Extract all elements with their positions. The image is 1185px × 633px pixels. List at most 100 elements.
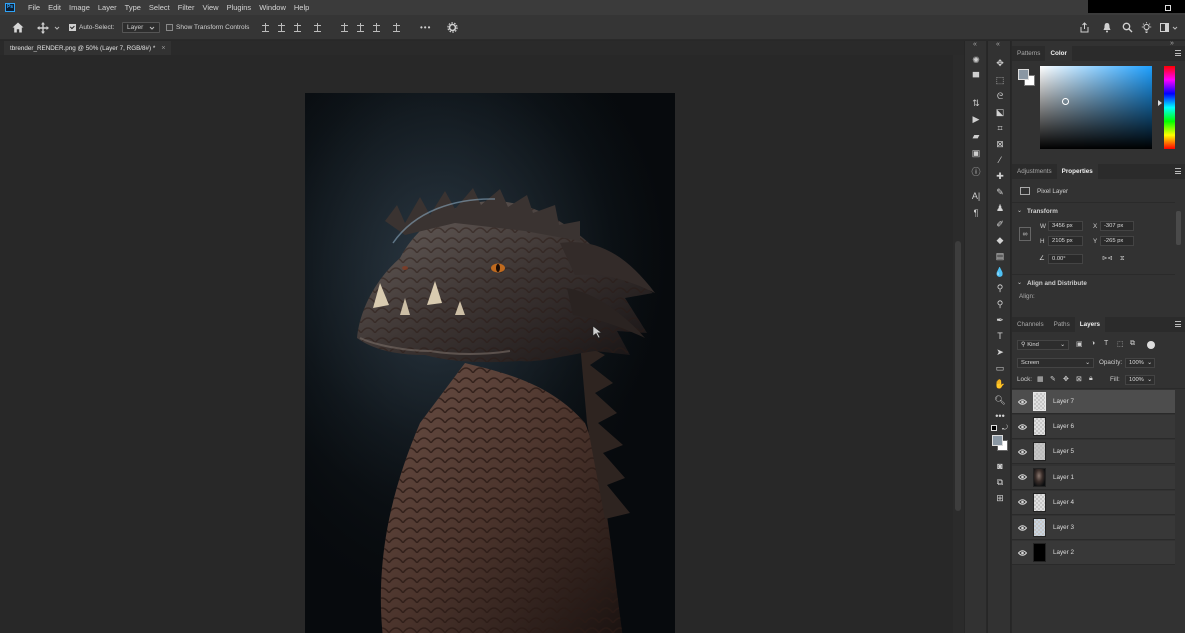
menu-image[interactable]: Image [65,3,94,12]
actions-play-icon[interactable]: ▶ [970,113,982,125]
info-icon[interactable]: ⓘ [970,165,982,177]
eye-visibility-icon[interactable] [1012,449,1032,455]
flip-horizontal-icon[interactable]: ⊳⊲ [1102,255,1113,262]
character-icon[interactable]: A| [970,190,982,202]
panel-menu-icon[interactable] [1175,50,1181,56]
restore-window-button[interactable] [1165,5,1171,11]
menu-filter[interactable]: Filter [174,3,199,12]
discover-lightbulb-icon[interactable] [1141,21,1152,34]
zoom-tool-icon[interactable]: 🔍︎ [993,393,1007,407]
menu-plugins[interactable]: Plugins [223,3,256,12]
collapse-panels-icon[interactable]: « [973,41,977,48]
gear-icon[interactable] [447,21,458,34]
layer-thumbnail[interactable] [1033,442,1046,462]
lock-all-icon[interactable]: 🔒︎ [1089,375,1093,383]
eye-visibility-icon[interactable] [1012,423,1032,430]
notifications-bell-icon[interactable] [1102,21,1112,34]
color-picker-ring[interactable] [1062,98,1069,105]
eyedropper-tool-icon[interactable]: ⁄ [993,153,1007,167]
y-position-field[interactable]: -265 px [1100,236,1134,246]
eye-visibility-icon[interactable] [1012,474,1032,480]
filter-type-icon[interactable]: T [1104,340,1108,347]
lock-image-pixels-icon[interactable]: ✎ [1050,375,1056,383]
chevron-down-icon[interactable]: ⌄ [1017,207,1022,214]
filter-toggle-icon[interactable] [1147,341,1155,349]
show-transform-controls-checkbox[interactable]: Show Transform Controls [166,21,249,34]
clone-stamp-tool-icon[interactable]: ♟ [993,201,1007,215]
tab-color[interactable]: Color [1045,46,1072,61]
libraries-icon[interactable]: ▣ [970,147,982,159]
flip-vertical-icon[interactable]: ⧖ [1120,255,1124,263]
fill-field[interactable]: 100% ⌄ [1125,375,1155,385]
screen-mode-icon[interactable]: ⧉ [993,475,1007,489]
document-tab[interactable]: tbrender_RENDER.png @ 50% (Layer 7, RGB/… [4,41,172,55]
canvas-area[interactable] [0,55,953,633]
move-tool-icon[interactable]: ✥ [993,56,1007,70]
layer-row[interactable]: Layer 1 [1012,465,1175,490]
align-right-edges-icon[interactable] [293,23,302,32]
tab-patterns[interactable]: Patterns [1012,46,1045,61]
marquee-tool-icon[interactable]: ⬚ [993,73,1007,87]
layer-row[interactable]: Layer 4 [1012,490,1175,515]
more-options-button[interactable]: ••• [420,21,431,34]
pen-tool-icon[interactable]: ✒ [993,313,1007,327]
width-field[interactable]: 3456 px [1048,221,1083,231]
angle-field[interactable]: 0.00° [1048,254,1083,264]
layer-thumbnail[interactable] [1033,492,1046,512]
paragraph-icon[interactable]: ¶ [970,207,982,219]
healing-tool-icon[interactable]: ✚ [993,169,1007,183]
lock-artboard-icon[interactable]: ⊠ [1076,375,1082,383]
tab-channels[interactable]: Channels [1012,317,1049,332]
opacity-field[interactable]: 100% ⌄ [1125,358,1155,368]
eraser-tool-icon[interactable]: ◆ [993,233,1007,247]
lasso-tool-icon[interactable]: ᘓ [993,89,1007,103]
layer-row[interactable]: Layer 6 [1012,415,1175,440]
rectangle-tool-icon[interactable]: ▭ [993,361,1007,375]
brush-settings-icon[interactable]: ✺ [970,54,982,66]
menu-help[interactable]: Help [290,3,313,12]
edit-toolbar-icon[interactable]: ••• [993,409,1007,423]
layer-thumbnail[interactable] [1033,543,1046,563]
foreground-color-swatch[interactable] [992,435,1003,446]
x-position-field[interactable]: -307 px [1100,221,1134,231]
path-select-tool-icon[interactable]: ➤ [993,345,1007,359]
link-dimensions-icon[interactable]: ∞ [1019,227,1031,241]
filter-adjustment-icon[interactable]: ◑ [1091,340,1095,347]
tab-adjustments[interactable]: Adjustments [1012,164,1057,179]
brushes-icon[interactable]: ▀ [970,71,982,83]
layer-row[interactable]: Layer 7 [1012,390,1175,414]
workspace-switcher-icon[interactable] [1160,21,1178,34]
hand-tool-icon[interactable]: ✋ [993,377,1007,391]
panel-menu-icon[interactable] [1175,321,1181,327]
magnify-burn-tool-icon[interactable]: ⚲ [993,297,1007,311]
lock-position-icon[interactable]: ✥ [1063,375,1069,383]
properties-scrollbar[interactable] [1176,211,1181,245]
crop-tool-icon[interactable]: ⌗ [993,121,1007,135]
filter-shape-icon[interactable]: ⬚ [1117,340,1124,348]
filter-smart-object-icon[interactable]: ⧉ [1130,340,1135,348]
default-colors-icon[interactable] [991,425,997,431]
filter-pixel-icon[interactable]: ▣ [1076,340,1083,348]
menu-file[interactable]: File [24,3,44,12]
tab-layers[interactable]: Layers [1074,317,1106,332]
menu-type[interactable]: Type [121,3,145,12]
tab-paths[interactable]: Paths [1049,317,1075,332]
lock-transparent-pixels-icon[interactable]: ▦ [1037,375,1044,383]
blur-tool-icon[interactable]: 💧 [993,265,1007,279]
quick-mask-icon[interactable]: ◙ [993,459,1007,473]
layer-row[interactable]: Layer 3 [1012,516,1175,540]
object-select-tool-icon[interactable]: ⬕ [993,105,1007,119]
layer-thumbnail[interactable] [1033,392,1046,411]
auto-select-checkbox[interactable]: Auto-Select: [69,21,114,34]
canvas-vertical-scrollbar[interactable] [953,55,964,633]
hue-slider[interactable] [1164,66,1175,149]
layer-thumbnail[interactable] [1033,518,1046,537]
layer-thumbnail[interactable] [1033,467,1046,487]
align-left-edges-icon[interactable] [261,23,270,32]
layer-row[interactable]: Layer 5 [1012,440,1175,465]
move-tool-preset-icon[interactable] [37,21,60,34]
hue-slider-marker[interactable] [1158,100,1162,106]
dragon-artwork-image[interactable] [305,93,675,633]
eye-visibility-icon[interactable] [1012,499,1032,506]
menu-layer[interactable]: Layer [94,3,121,12]
